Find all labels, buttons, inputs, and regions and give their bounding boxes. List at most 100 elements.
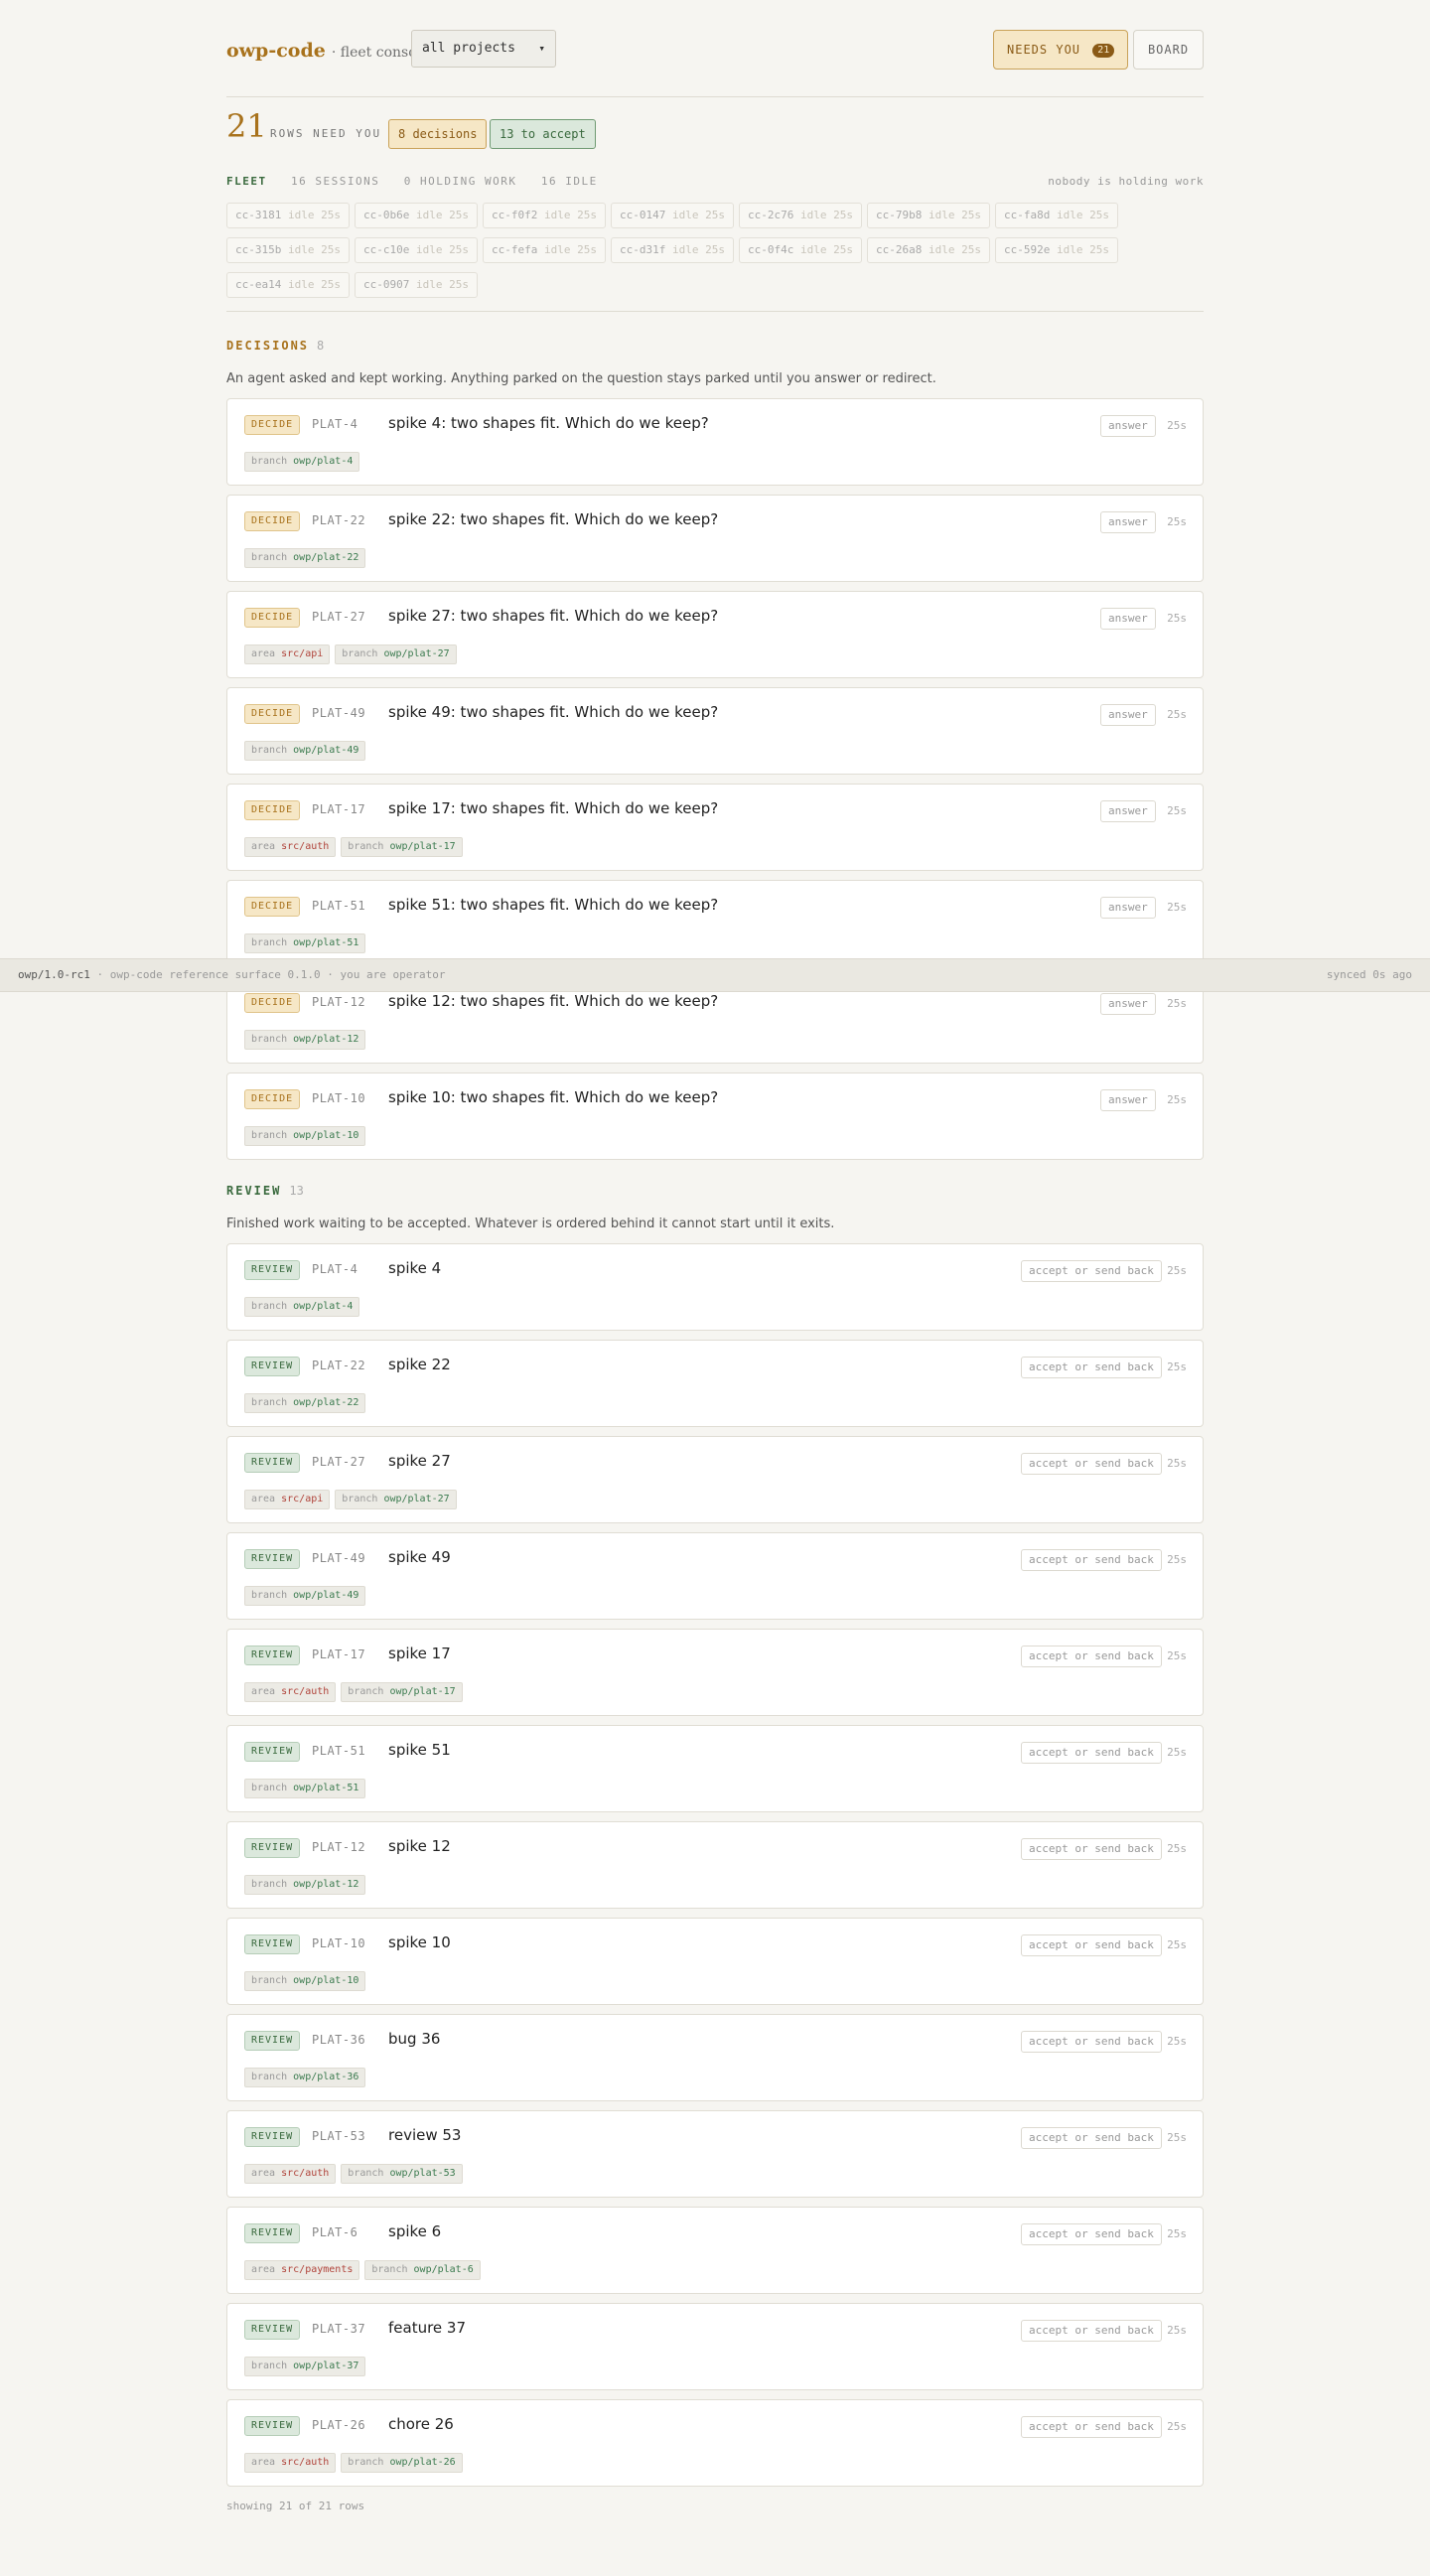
age-label: 25s <box>1167 901 1187 914</box>
decision-card[interactable]: DECIDE PLAT-10 spike 10: two shapes fit. W… <box>226 1073 1204 1160</box>
session-chip[interactable]: cc-d31f idle 25s <box>611 237 734 263</box>
card-title: bug 36 <box>388 2030 441 2048</box>
ticket-id: PLAT-17 <box>312 802 366 816</box>
status-sep: · <box>327 968 334 981</box>
accept-or-send-back-button[interactable]: accept or send back <box>1021 2127 1162 2149</box>
card-meta: area src/payments branch owp/plat-6 <box>244 2260 486 2280</box>
session-chip[interactable]: cc-fefa idle 25s <box>483 237 606 263</box>
decisions-count: 8 <box>317 339 325 353</box>
accept-or-send-back-button[interactable]: accept or send back <box>1021 1646 1162 1667</box>
status-tag: REVIEW <box>244 2320 301 2340</box>
review-card[interactable]: REVIEW PLAT-37 feature 37 accept or send ba… <box>226 2303 1204 2390</box>
review-card[interactable]: REVIEW PLAT-49 spike 49 accept or send back… <box>226 1532 1204 1620</box>
project-select[interactable]: all projects ▾ <box>411 30 556 68</box>
decision-card[interactable]: DECIDE PLAT-22 spike 22: two shapes fit. W… <box>226 495 1204 582</box>
status-left: owp/1.0-rc1 · owp-code reference surface… <box>18 968 446 981</box>
branch-label: branch <box>251 1130 288 1141</box>
session-chip[interactable]: cc-315b idle 25s <box>226 237 350 263</box>
status-bar: owp/1.0-rc1 · owp-code reference surface… <box>0 958 1430 992</box>
review-card[interactable]: REVIEW PLAT-53 review 53 accept or send bac… <box>226 2110 1204 2198</box>
session-chip[interactable]: cc-0907 idle 25s <box>355 272 478 298</box>
needs-you-button[interactable]: NEEDS YOU 21 <box>993 30 1128 70</box>
accept-or-send-back-button[interactable]: accept or send back <box>1021 1260 1162 1282</box>
accept-or-send-back-button[interactable]: accept or send back <box>1021 1742 1162 1764</box>
session-chip[interactable]: cc-0b6e idle 25s <box>355 203 478 228</box>
accept-or-send-back-button[interactable]: accept or send back <box>1021 2320 1162 2342</box>
accept-or-send-back-button[interactable]: accept or send back <box>1021 1934 1162 1956</box>
accept-or-send-back-button[interactable]: accept or send back <box>1021 1357 1162 1378</box>
ticket-id: PLAT-12 <box>312 1840 366 1854</box>
decision-card[interactable]: DECIDE PLAT-49 spike 49: two shapes fit. W… <box>226 687 1204 775</box>
review-card[interactable]: REVIEW PLAT-17 spike 17 accept or send back… <box>226 1629 1204 1716</box>
branch-value: owp/plat-10 <box>293 1130 359 1141</box>
review-card[interactable]: REVIEW PLAT-6 spike 6 accept or send back 25… <box>226 2207 1204 2294</box>
needs-you-label: NEEDS YOU <box>1007 43 1081 57</box>
session-state: idle 25s <box>1056 209 1109 221</box>
answer-button[interactable]: answer <box>1100 415 1156 437</box>
accept-or-send-back-button[interactable]: accept or send back <box>1021 2031 1162 2053</box>
session-chip[interactable]: cc-26a8 idle 25s <box>867 237 990 263</box>
accept-or-send-back-button[interactable]: accept or send back <box>1021 1453 1162 1475</box>
decision-card[interactable]: DECIDE PLAT-27 spike 27: two shapes fit. W… <box>226 591 1204 678</box>
answer-button[interactable]: answer <box>1100 511 1156 533</box>
session-chip[interactable]: cc-3181 idle 25s <box>226 203 350 228</box>
decision-card[interactable]: DECIDE PLAT-17 spike 17: two shapes fit. W… <box>226 784 1204 871</box>
decisions-description: An agent asked and kept working. Anythin… <box>226 371 936 386</box>
status-tag: REVIEW <box>244 1934 301 1954</box>
session-chip[interactable]: cc-c10e idle 25s <box>355 237 478 263</box>
session-id: cc-2c76 <box>748 209 794 221</box>
divider <box>226 96 1204 97</box>
review-card[interactable]: REVIEW PLAT-36 bug 36 accept or send back 25… <box>226 2014 1204 2101</box>
session-chip[interactable]: cc-f0f2 idle 25s <box>483 203 606 228</box>
branch-tag: branch owp/plat-6 <box>364 2260 481 2280</box>
review-card[interactable]: REVIEW PLAT-10 spike 10 accept or send back… <box>226 1918 1204 2005</box>
decisions-filter-pill[interactable]: 8 decisions <box>388 119 488 149</box>
card-meta: branch owp/plat-12 <box>244 1030 370 1050</box>
accept-or-send-back-button[interactable]: accept or send back <box>1021 2416 1162 2438</box>
answer-button[interactable]: answer <box>1100 800 1156 822</box>
review-card[interactable]: REVIEW PLAT-12 spike 12 accept or send back… <box>226 1821 1204 1909</box>
session-chip[interactable]: cc-0147 idle 25s <box>611 203 734 228</box>
review-card[interactable]: REVIEW PLAT-51 spike 51 accept or send back… <box>226 1725 1204 1812</box>
session-chip[interactable]: cc-2c76 idle 25s <box>739 203 862 228</box>
version-label: owp/1.0-rc1 <box>18 968 90 981</box>
card-meta: branch owp/plat-37 <box>244 2357 370 2376</box>
age-label: 25s <box>1167 1360 1187 1373</box>
area-value: src/api <box>281 648 324 659</box>
decision-card[interactable]: DECIDE PLAT-51 spike 51: two shapes fit. W… <box>226 880 1204 967</box>
answer-button[interactable]: answer <box>1100 897 1156 919</box>
ticket-id: PLAT-49 <box>312 706 366 720</box>
branch-label: branch <box>251 937 288 948</box>
age-label: 25s <box>1167 1264 1187 1277</box>
branch-label: branch <box>251 456 288 467</box>
review-card[interactable]: REVIEW PLAT-22 spike 22 accept or send back… <box>226 1340 1204 1427</box>
session-chip[interactable]: cc-592e idle 25s <box>995 237 1118 263</box>
decision-card[interactable]: DECIDE PLAT-4 spike 4: two shapes fit. Whi… <box>226 398 1204 486</box>
answer-button[interactable]: answer <box>1100 608 1156 630</box>
review-card[interactable]: REVIEW PLAT-27 spike 27 accept or send back… <box>226 1436 1204 1523</box>
session-chip[interactable]: cc-0f4c idle 25s <box>739 237 862 263</box>
branch-value: owp/plat-17 <box>389 841 456 852</box>
card-meta: area src/auth branch owp/plat-17 <box>244 1682 468 1702</box>
status-tag: DECIDE <box>244 993 301 1013</box>
accept-or-send-back-button[interactable]: accept or send back <box>1021 2223 1162 2245</box>
area-tag: area src/auth <box>244 2164 337 2184</box>
session-chip[interactable]: cc-ea14 idle 25s <box>226 272 350 298</box>
review-card[interactable]: REVIEW PLAT-26 chore 26 accept or send back… <box>226 2399 1204 2487</box>
answer-button[interactable]: answer <box>1100 1089 1156 1111</box>
brand-name: owp-code <box>226 40 326 62</box>
age-label: 25s <box>1167 2035 1187 2048</box>
status-tag: REVIEW <box>244 1549 301 1569</box>
accept-or-send-back-button[interactable]: accept or send back <box>1021 1838 1162 1860</box>
accept-or-send-back-button[interactable]: accept or send back <box>1021 1549 1162 1571</box>
session-chip[interactable]: cc-fa8d idle 25s <box>995 203 1118 228</box>
answer-button[interactable]: answer <box>1100 993 1156 1015</box>
card-meta: area src/auth branch owp/plat-26 <box>244 2453 468 2473</box>
accept-filter-pill[interactable]: 13 to accept <box>490 119 596 149</box>
session-chip[interactable]: cc-79b8 idle 25s <box>867 203 990 228</box>
review-card[interactable]: REVIEW PLAT-4 spike 4 accept or send back 25… <box>226 1243 1204 1331</box>
board-button[interactable]: BOARD <box>1133 30 1204 70</box>
card-meta: branch owp/plat-4 <box>244 452 364 472</box>
branch-tag: branch owp/plat-37 <box>244 2357 366 2376</box>
answer-button[interactable]: answer <box>1100 704 1156 726</box>
